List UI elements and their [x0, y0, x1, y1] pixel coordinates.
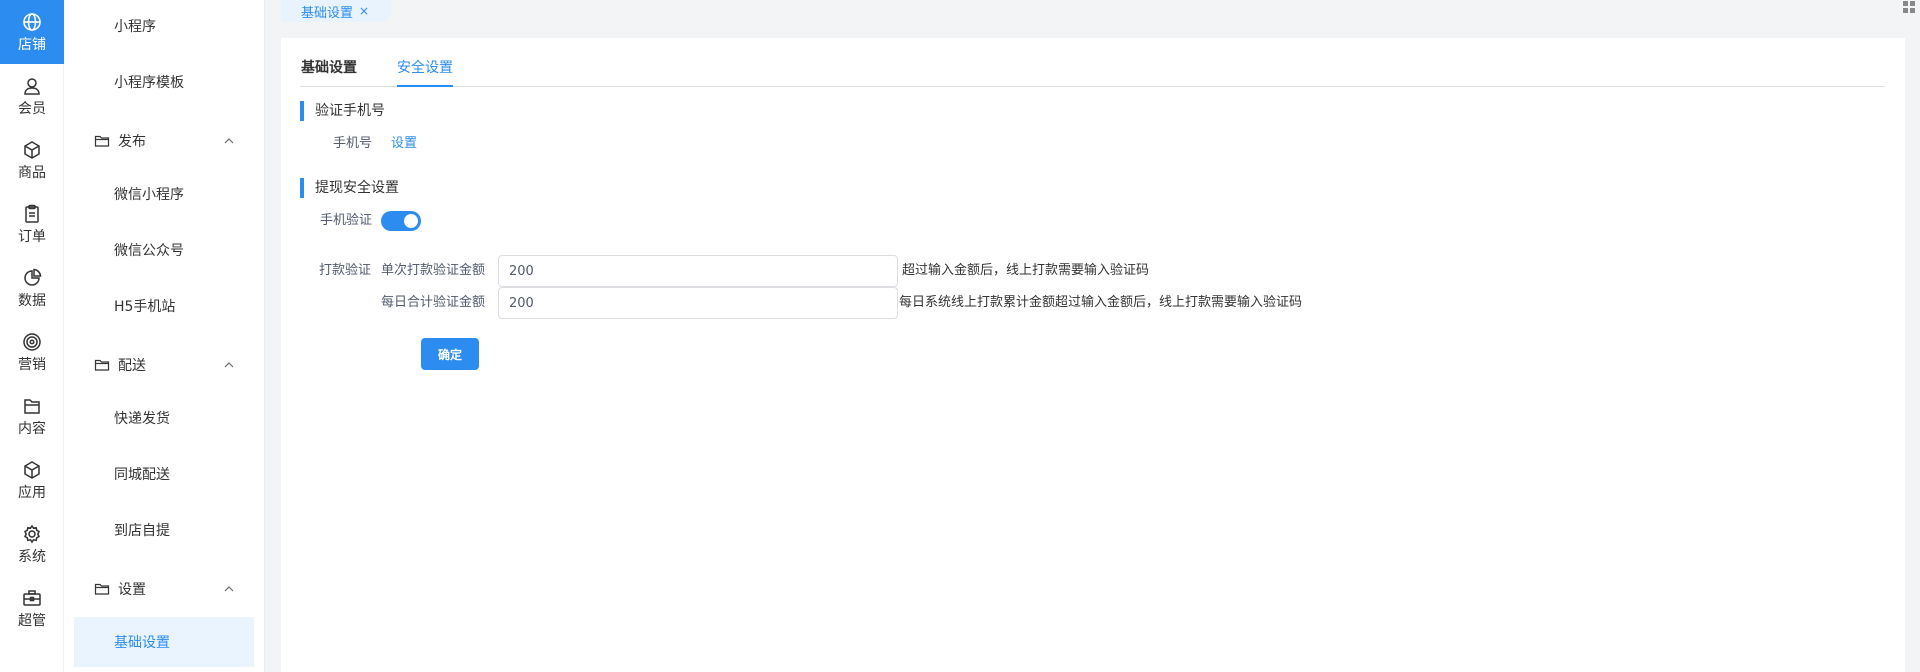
phone-label: 手机号	[333, 136, 373, 151]
menu-item-wechat-mini-program[interactable]: 微信小程序	[74, 169, 254, 219]
set-phone-link[interactable]: 设置	[391, 134, 417, 154]
page-tab-label: 基础设置	[301, 5, 354, 21]
chevron-up-icon	[224, 138, 234, 144]
menu-item-h5-site[interactable]: H5手机站	[74, 281, 254, 331]
tab-basic-settings[interactable]: 基础设置	[301, 57, 357, 87]
chevron-up-icon	[224, 362, 234, 368]
rail-item-product[interactable]: 商品	[0, 128, 64, 192]
secondary-menu: 小程序 小程序模板 发布 微信小程序 微信公众号 H5手机站 配送 快递发货 同…	[64, 0, 265, 672]
user-icon	[24, 77, 40, 95]
pie-chart-icon	[24, 268, 42, 286]
section-title-withdraw-security: 提现安全设置	[300, 178, 399, 198]
rail-item-order[interactable]: 订单	[0, 192, 64, 256]
daily-amount-hint: 每日系统线上打款累计金额超过输入金额后，线上打款需要输入验证码	[899, 295, 1303, 310]
rail-label: 超管	[18, 612, 46, 629]
rail-item-system[interactable]: 系统	[0, 512, 64, 576]
rail-label: 系统	[18, 548, 46, 565]
phone-verify-label: 手机验证	[320, 213, 373, 228]
app-root: 店铺 会员 商品 订单 数据 营销 内容 应用 系统 超管 小程序 小程序模板 …	[0, 0, 1920, 672]
document-icon	[24, 398, 40, 414]
menu-group-label: 配送	[118, 358, 146, 374]
icon-rail: 店铺 会员 商品 订单 数据 营销 内容 应用 系统 超管	[0, 0, 64, 672]
gear-icon	[24, 524, 40, 543]
rail-item-marketing[interactable]: 营销	[0, 320, 64, 384]
rail-item-app[interactable]: 应用	[0, 448, 64, 512]
menu-group-delivery[interactable]: 配送	[64, 345, 265, 385]
page-tab-strip: 基础设置 ×	[265, 0, 1920, 22]
daily-amount-input[interactable]	[498, 287, 898, 319]
menu-item-basic-settings[interactable]: 基础设置	[74, 617, 254, 667]
store-icon	[23, 12, 41, 31]
main-panel: 基础设置 安全设置 验证手机号 手机号 设置 提现安全设置 手机验证 打款验证 …	[281, 38, 1905, 672]
single-amount-input[interactable]	[498, 255, 898, 287]
clipboard-icon	[25, 204, 39, 223]
single-amount-label: 单次打款验证金额	[381, 263, 486, 278]
menu-group-label: 发布	[118, 134, 146, 150]
rail-label: 数据	[18, 292, 46, 309]
tab-security-settings[interactable]: 安全设置	[397, 57, 453, 87]
menu-group-label: 设置	[118, 582, 146, 598]
toggle-knob	[404, 214, 418, 228]
confirm-button[interactable]: 确定	[421, 338, 479, 370]
folder-icon	[94, 583, 110, 595]
grid-icon[interactable]	[1902, 0, 1916, 14]
rail-item-member[interactable]: 会员	[0, 64, 64, 128]
menu-item-express[interactable]: 快递发货	[74, 393, 254, 443]
rail-label: 店铺	[18, 36, 46, 53]
menu-item-pickup[interactable]: 到店自提	[74, 505, 254, 555]
toolbox-icon	[23, 589, 41, 606]
folder-icon	[94, 135, 110, 147]
menu-item-wechat-official-account[interactable]: 微信公众号	[74, 225, 254, 275]
close-icon[interactable]: ×	[359, 4, 369, 18]
cube-icon	[24, 460, 40, 479]
folder-icon	[94, 359, 110, 371]
section-title-verify-phone: 验证手机号	[300, 101, 385, 121]
rail-item-data[interactable]: 数据	[0, 256, 64, 320]
rail-item-content[interactable]: 内容	[0, 384, 64, 448]
phone-verify-toggle[interactable]	[381, 211, 421, 231]
rail-item-admin[interactable]: 超管	[0, 576, 64, 640]
target-icon	[23, 332, 41, 351]
rail-label: 内容	[18, 420, 46, 437]
box-icon	[24, 140, 40, 159]
payment-verify-label: 打款验证	[319, 263, 372, 278]
rail-label: 应用	[18, 484, 46, 501]
page-tab-basic-settings[interactable]: 基础设置 ×	[281, 0, 391, 22]
menu-item-same-city[interactable]: 同城配送	[74, 449, 254, 499]
rail-item-store[interactable]: 店铺	[0, 0, 64, 64]
menu-item-mini-program-template[interactable]: 小程序模板	[74, 57, 254, 107]
rail-label: 会员	[18, 100, 46, 117]
rail-label: 商品	[18, 164, 46, 181]
settings-tabs: 基础设置 安全设置	[300, 38, 1885, 87]
rail-label: 营销	[18, 356, 46, 373]
daily-amount-label: 每日合计验证金额	[381, 295, 486, 310]
single-amount-hint: 超过输入金额后，线上打款需要输入验证码	[902, 263, 1150, 278]
menu-group-publish[interactable]: 发布	[64, 121, 265, 161]
chevron-up-icon	[224, 586, 234, 592]
rail-label: 订单	[18, 228, 46, 245]
menu-item-mini-program[interactable]: 小程序	[74, 1, 254, 51]
menu-group-settings[interactable]: 设置	[64, 569, 265, 609]
